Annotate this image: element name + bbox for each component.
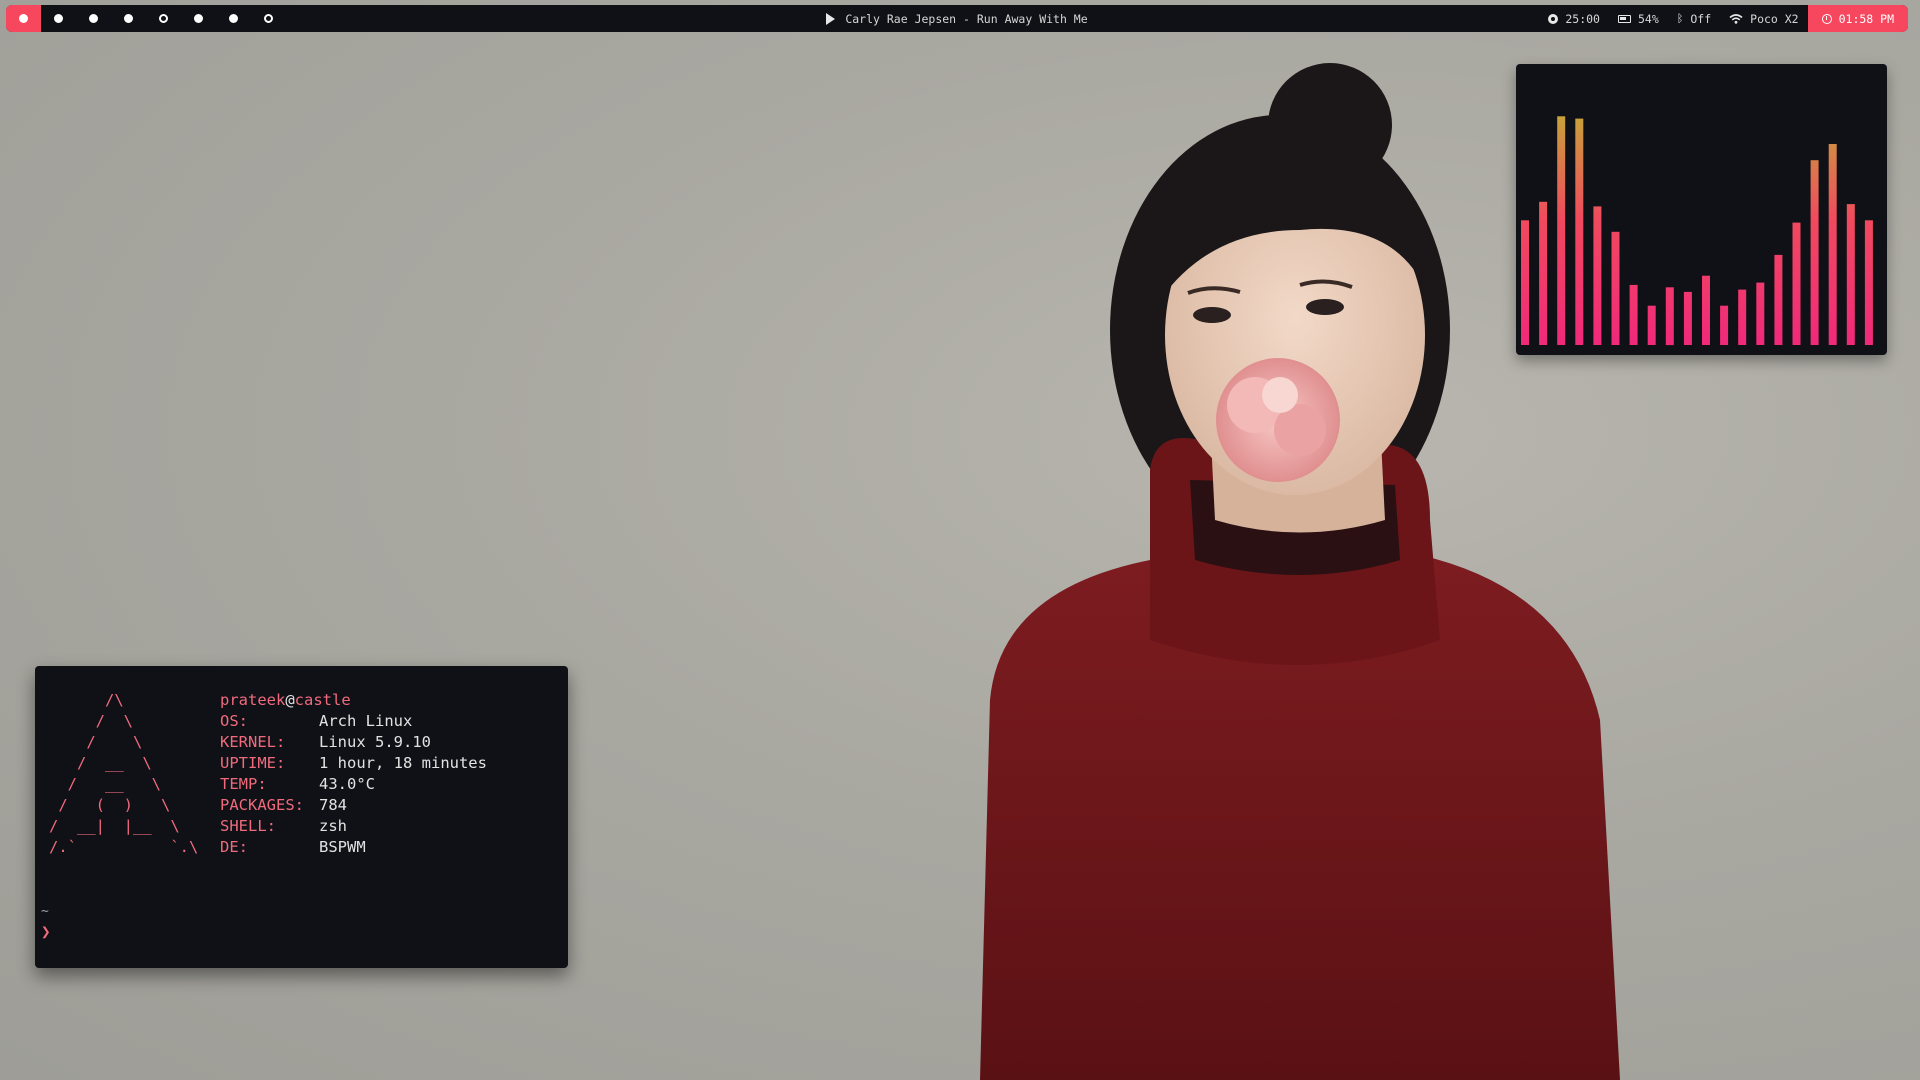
info-row-os: OS: Arch Linux — [220, 711, 487, 732]
visualizer-bar — [1575, 118, 1584, 345]
bluetooth-module[interactable]: ᛒ Off — [1668, 5, 1720, 32]
info-key: UPTIME: — [220, 754, 286, 772]
battery-icon — [1617, 14, 1631, 23]
username: prateek — [220, 691, 286, 709]
visualizer-bar — [1828, 144, 1837, 345]
visualizer-bar — [1774, 254, 1783, 345]
battery-value: 54% — [1637, 11, 1659, 26]
visualizer-bar — [1756, 282, 1765, 345]
user-host-line: prateek @ castle — [220, 690, 487, 711]
workspace-5[interactable] — [146, 5, 181, 32]
visualizer-bar — [1521, 220, 1529, 345]
audio-visualizer-bars — [1521, 116, 1873, 346]
info-value: zsh — [319, 817, 347, 835]
visualizer-bar — [1611, 231, 1620, 345]
info-value: Arch Linux — [319, 712, 413, 730]
info-row-temp: TEMP: 43.0°C — [220, 774, 487, 795]
terminal-window[interactable]: /\ / \ / \ / __ \ / __ \ / ( ) \ / __| |… — [35, 666, 568, 968]
audio-visualizer-window[interactable] — [1516, 64, 1887, 355]
visualizer-bar — [1864, 220, 1873, 345]
info-key: KERNEL: — [220, 733, 286, 751]
workspace-8[interactable] — [251, 5, 286, 32]
info-value: 1 hour, 18 minutes — [319, 754, 487, 772]
visualizer-bar — [1665, 287, 1674, 346]
workspace-occupied-icon — [194, 14, 203, 23]
visualizer-bar — [1702, 275, 1710, 345]
wifi-module[interactable]: Poco X2 — [1720, 5, 1807, 32]
visualizer-bar — [1629, 284, 1638, 345]
workspace-1[interactable] — [6, 5, 41, 32]
workspace-empty-icon — [264, 14, 273, 23]
visualizer-bar — [1647, 305, 1656, 345]
info-row-uptime: UPTIME: 1 hour, 18 minutes — [220, 753, 487, 774]
info-row-packages: PACKAGES: 784 — [220, 795, 487, 816]
timer-icon — [1548, 13, 1559, 24]
arch-logo-ascii: /\ / \ / \ / __ \ / __ \ / ( ) \ / __| |… — [49, 691, 199, 856]
info-key: TEMP: — [220, 775, 267, 793]
prompt-directory: ~ — [41, 904, 49, 919]
info-key: OS: — [220, 712, 248, 730]
media-control[interactable]: Carly Rae Jepsen - Run Away With Me — [826, 11, 1088, 26]
workspace-6[interactable] — [181, 5, 216, 32]
visualizer-bar — [1539, 201, 1548, 345]
workspace-2[interactable] — [41, 5, 76, 32]
pomodoro-timer[interactable]: 25:00 — [1539, 5, 1609, 32]
timer-value: 25:00 — [1565, 11, 1600, 26]
info-row-shell: SHELL: zsh — [220, 816, 487, 837]
wifi-icon — [1729, 13, 1743, 24]
play-icon[interactable] — [826, 12, 836, 25]
at-sign: @ — [285, 691, 295, 709]
info-value: BSPWM — [319, 838, 366, 856]
workspace-occupied-icon — [124, 14, 133, 23]
workspace-switcher — [6, 5, 286, 32]
info-value: 784 — [319, 796, 347, 814]
workspace-empty-icon — [159, 14, 168, 23]
info-key: SHELL: — [220, 817, 276, 835]
info-value: Linux 5.9.10 — [319, 733, 431, 751]
top-bar: Carly Rae Jepsen - Run Away With Me 25:0… — [6, 5, 1908, 32]
clock-time: 01:58 PM — [1838, 11, 1894, 26]
workspace-occupied-icon — [229, 14, 238, 23]
info-key: PACKAGES: — [220, 796, 304, 814]
clock-icon — [1821, 13, 1832, 24]
prompt-symbol[interactable]: ❯ — [41, 922, 51, 941]
system-info: prateek @ castle OS: Arch Linux KERNEL: Linu… — [220, 690, 487, 858]
workspace-active-icon — [19, 14, 28, 23]
visualizer-bar — [1738, 289, 1747, 345]
info-key: DE: — [220, 838, 248, 856]
bluetooth-status: Off — [1690, 11, 1712, 26]
workspace-3[interactable] — [76, 5, 111, 32]
workspace-occupied-icon — [54, 14, 63, 23]
info-value: 43.0°C — [319, 775, 375, 793]
wifi-network-name: Poco X2 — [1750, 11, 1799, 26]
workspace-occupied-icon — [89, 14, 98, 23]
workspace-4[interactable] — [111, 5, 146, 32]
visualizer-bar — [1846, 204, 1855, 345]
status-modules: 25:00 54% ᛒ Off Poco X2 01:58 PM — [1539, 5, 1908, 32]
visualizer-bar — [1810, 160, 1819, 345]
hostname: castle — [294, 691, 351, 709]
info-row-de: DE: BSPWM — [220, 837, 487, 858]
info-row-kernel: KERNEL: Linux 5.9.10 — [220, 732, 487, 753]
clock-module[interactable]: 01:58 PM — [1807, 5, 1908, 32]
workspace-7[interactable] — [216, 5, 251, 32]
visualizer-bar — [1593, 206, 1602, 345]
bluetooth-icon: ᛒ — [1676, 12, 1684, 25]
visualizer-bar — [1792, 222, 1801, 345]
battery-module: 54% — [1609, 5, 1668, 32]
visualizer-bar — [1720, 305, 1729, 345]
visualizer-bar — [1683, 291, 1692, 345]
visualizer-bar — [1557, 116, 1566, 345]
now-playing-title: Carly Rae Jepsen - Run Away With Me — [845, 11, 1088, 26]
